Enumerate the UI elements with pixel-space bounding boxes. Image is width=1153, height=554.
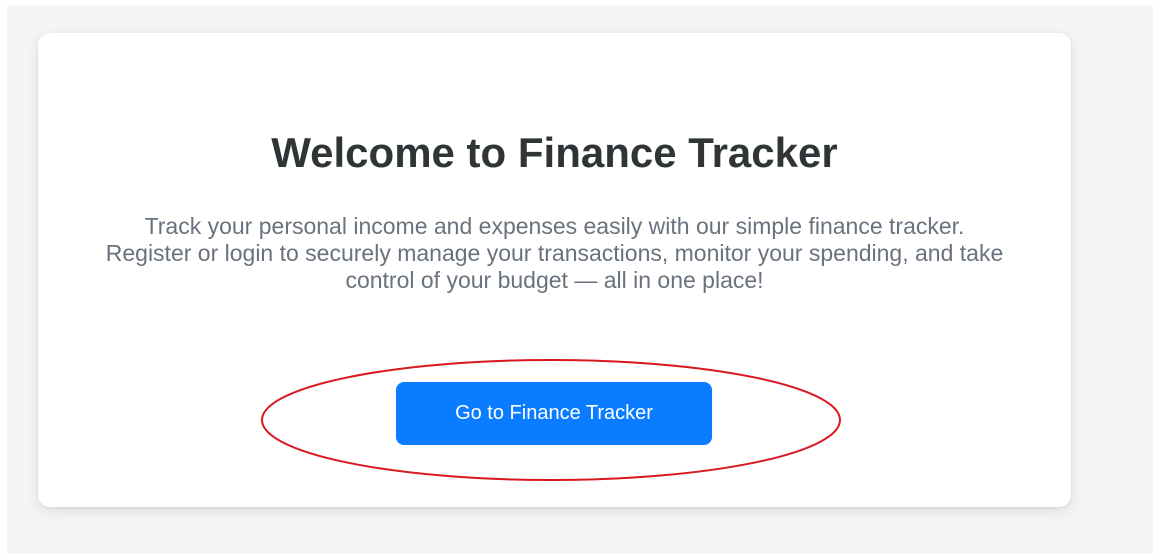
page-title: Welcome to Finance Tracker <box>271 129 838 176</box>
go-to-finance-tracker-button[interactable]: Go to Finance Tracker <box>396 382 712 445</box>
welcome-card: Welcome to Finance Tracker Track your pe… <box>38 33 1071 507</box>
welcome-description: Track your personal income and expenses … <box>105 213 1004 293</box>
